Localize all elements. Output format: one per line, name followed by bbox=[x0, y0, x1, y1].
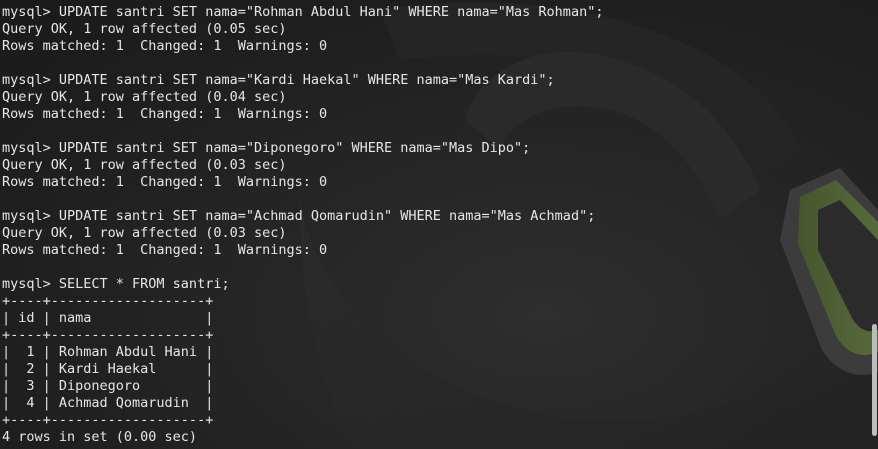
command-line: mysql> UPDATE santri SET nama="Rohman Ab… bbox=[2, 4, 604, 20]
output-line: Query OK, 1 row affected (0.03 sec) bbox=[2, 157, 287, 173]
table-line: | 3 | Diponegoro | bbox=[2, 378, 214, 394]
output-line: Query OK, 1 row affected (0.05 sec) bbox=[2, 21, 287, 37]
output-line: Rows matched: 1 Changed: 1 Warnings: 0 bbox=[2, 38, 328, 54]
table-line: +----+-------------------+ bbox=[2, 327, 214, 343]
vertical-scrollbar[interactable] bbox=[870, 0, 878, 449]
table-line: | 2 | Kardi Haekal | bbox=[2, 361, 214, 377]
scrollbar-thumb[interactable] bbox=[872, 324, 877, 436]
table-line: | id | nama | bbox=[2, 310, 214, 326]
table-line: +----+-------------------+ bbox=[2, 293, 214, 309]
table-line: | 1 | Rohman Abdul Hani | bbox=[2, 344, 214, 360]
output-line: Rows matched: 1 Changed: 1 Warnings: 0 bbox=[2, 106, 328, 122]
output-line: Query OK, 1 row affected (0.03 sec) bbox=[2, 225, 287, 241]
terminal-window[interactable]: mysql> UPDATE santri SET nama="Rohman Ab… bbox=[0, 0, 878, 449]
command-line: mysql> UPDATE santri SET nama="Achmad Qo… bbox=[2, 208, 596, 224]
command-line: mysql> UPDATE santri SET nama="Diponegor… bbox=[2, 140, 531, 156]
output-line: Rows matched: 1 Changed: 1 Warnings: 0 bbox=[2, 174, 328, 190]
command-line: mysql> SELECT * FROM santri; bbox=[2, 276, 230, 292]
table-line: | 4 | Achmad Qomarudin | bbox=[2, 395, 214, 411]
output-line: Rows matched: 1 Changed: 1 Warnings: 0 bbox=[2, 242, 328, 258]
terminal-output[interactable]: mysql> UPDATE santri SET nama="Rohman Ab… bbox=[2, 4, 603, 446]
output-line: Query OK, 1 row affected (0.04 sec) bbox=[2, 89, 287, 105]
table-line: +----+-------------------+ bbox=[2, 412, 214, 428]
command-line: mysql> UPDATE santri SET nama="Kardi Hae… bbox=[2, 72, 555, 88]
output-line: 4 rows in set (0.00 sec) bbox=[2, 429, 198, 445]
